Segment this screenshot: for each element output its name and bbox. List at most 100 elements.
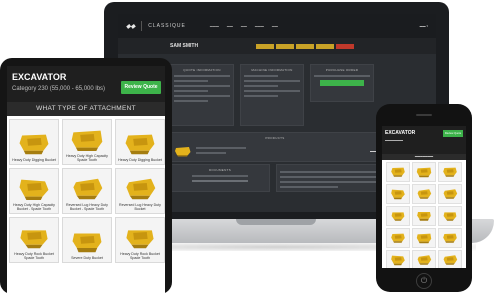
panel-heading: QUOTE INFORMATION (183, 68, 221, 72)
attachment-label: Heavy Duty Digging Bucket (12, 157, 56, 162)
phone-attachment-tile[interactable] (386, 228, 410, 248)
phone-attachment-tile[interactable] (386, 250, 410, 268)
step-tab[interactable] (316, 43, 335, 49)
digging-bucket-icon (391, 233, 405, 243)
text-line (244, 95, 278, 97)
text-line (174, 100, 208, 102)
po-action-button[interactable] (320, 80, 364, 86)
nav-item[interactable]: ▬▬ (272, 24, 278, 28)
spade-tooth-bucket-icon (391, 189, 405, 200)
digging-bucket-icon (443, 233, 457, 243)
phone-attachment-tile[interactable] (412, 228, 436, 248)
phone-attachment-tile[interactable] (438, 184, 462, 204)
laptop-topbar: ◆◆ CLASSIQUE ▬▬▬ ▬▬ ▬▬ ▬▬▬ ▬▬ ▬▬ ▾ (118, 14, 436, 38)
documents-panel: DOCUMENTS (170, 164, 270, 192)
reversed-lug-bucket-icon (443, 189, 458, 199)
attachment-label: Reversed Lug Heavy Duty Bucket (119, 202, 161, 211)
rock-bucket-icon (391, 212, 405, 221)
home-button[interactable]: ⏻ (416, 273, 432, 289)
phone-category: ▬▬▬▬▬▬ (385, 138, 403, 142)
text-line (280, 171, 376, 173)
upload-button[interactable] (192, 180, 248, 182)
panel-heading: PRODUCTS (265, 136, 285, 140)
digging-bucket-icon (443, 167, 457, 177)
phone-attachment-tile[interactable] (438, 162, 462, 182)
phone-attachment-tile[interactable] (412, 206, 436, 226)
quote-info-panel: QUOTE INFORMATION (170, 64, 234, 126)
phone-attachment-grid (382, 160, 466, 268)
attachment-tile[interactable]: Heavy Duty High Capacity Spade Tooth (62, 119, 112, 165)
attachment-label: Heavy Duty High Capacity Spade Tooth (66, 153, 108, 162)
reversed-lug-bucket-icon (443, 255, 458, 265)
company-logo: ◆◆ (126, 23, 136, 30)
customer-bar: SAM SMITH (118, 38, 436, 54)
high-capacity-bucket-icon (416, 233, 432, 244)
text-line (280, 176, 376, 178)
attachment-tile[interactable]: Heavy Duty Digging Bucket (115, 119, 165, 165)
spade-tooth-bucket-icon (19, 179, 49, 200)
text-line (314, 75, 370, 77)
laptop-nav: ▬▬▬ ▬▬ ▬▬ ▬▬▬ ▬▬ (210, 24, 278, 28)
attachment-tile[interactable]: Heavy Duty Rock Bucket Spade Tooth (115, 217, 165, 263)
attachment-label: Reversed Lug Heavy Duty Bucket - Spade T… (66, 202, 108, 211)
customer-name: SAM SMITH (170, 43, 199, 49)
totals-panel (276, 164, 380, 192)
step-tab[interactable] (296, 43, 315, 49)
attachment-grid: Heavy Duty Digging Bucket Heavy Duty High… (7, 116, 165, 266)
phone-attachment-tile[interactable] (438, 250, 462, 268)
purchase-order-panel: PURCHASE ORDER (310, 64, 374, 102)
attachment-tile[interactable]: Reversed Lug Heavy Duty Bucket (115, 168, 165, 214)
user-menu[interactable]: ▬▬ ▾ (420, 24, 428, 28)
nav-item[interactable]: ▬▬ (227, 24, 233, 28)
panel-heading: MACHINE INFORMATION (251, 68, 293, 72)
attachment-label: Heavy Duty Digging Bucket (118, 157, 162, 162)
step-tab-active[interactable] (336, 43, 355, 49)
nav-item[interactable]: ▬▬▬ (210, 24, 219, 28)
phone-review-quote-button[interactable]: Review Quote (443, 130, 463, 137)
step-tab[interactable] (276, 43, 295, 49)
text-line (244, 90, 300, 92)
severe-duty-bucket-icon (417, 212, 431, 221)
attachment-tile[interactable]: Heavy Duty Digging Bucket (9, 119, 59, 165)
phone-attachment-tile[interactable] (412, 162, 436, 182)
device-mockup-stage: ◆◆ CLASSIQUE ▬▬▬ ▬▬ ▬▬ ▬▬▬ ▬▬ ▬▬ ▾ SAM S… (0, 0, 496, 294)
phone-screen: EXCAVATOR ▬▬▬▬▬▬ Review Quote ▬▬▬▬▬▬▬ (382, 126, 466, 268)
digging-bucket-icon (391, 167, 405, 177)
attachment-tile[interactable]: Severe Duty Bucket (62, 217, 112, 263)
text-line (244, 85, 278, 87)
nav-item[interactable]: ▬▬ (241, 24, 247, 28)
spade-tooth-bucket-icon (391, 255, 405, 266)
text-line (174, 75, 230, 77)
nav-item[interactable]: ▬▬▬ (255, 24, 264, 28)
step-tab[interactable] (256, 43, 275, 49)
phone-attachment-tile[interactable] (438, 206, 462, 226)
phone-attachment-tile[interactable] (386, 184, 410, 204)
tablet-header: EXCAVATOR Category 230 (55,000 - 65,000 … (7, 66, 165, 102)
quote-steps (256, 43, 355, 49)
phone-attachment-tile[interactable] (412, 184, 436, 204)
text-line (280, 181, 376, 183)
text-line (192, 175, 248, 177)
attachment-label: Severe Duty Bucket (71, 255, 103, 260)
text-line (174, 90, 208, 92)
reversed-lug-bucket-icon (126, 178, 156, 199)
panel-heading: PURCHASE ORDER (325, 68, 359, 72)
phone-attachment-tile[interactable] (438, 228, 462, 248)
laptop-opening-notch (236, 219, 316, 225)
phone-attachment-tile[interactable] (412, 250, 436, 268)
text-line (280, 186, 338, 188)
attachment-tile[interactable]: Heavy Duty High Capacity Bucket - Spade … (9, 168, 59, 214)
rock-bucket-icon (20, 229, 48, 248)
laptop-brand: CLASSIQUE (148, 23, 186, 29)
text-line (174, 95, 230, 97)
review-quote-button[interactable]: Review Quote (121, 81, 161, 94)
products-panel: PRODUCTS ▬▬ (170, 132, 380, 162)
phone-attachment-tile[interactable] (386, 162, 410, 182)
attachment-label: Heavy Duty High Capacity Bucket - Spade … (13, 202, 55, 211)
rock-bucket-icon (443, 212, 457, 221)
phone-attachment-tile[interactable] (386, 206, 410, 226)
attachment-tile[interactable]: Heavy Duty Rock Bucket Spade Tooth (9, 217, 59, 263)
digging-bucket-icon (125, 134, 155, 154)
phone-speaker (416, 114, 432, 116)
attachment-tile[interactable]: Reversed Lug Heavy Duty Bucket - Spade T… (62, 168, 112, 214)
